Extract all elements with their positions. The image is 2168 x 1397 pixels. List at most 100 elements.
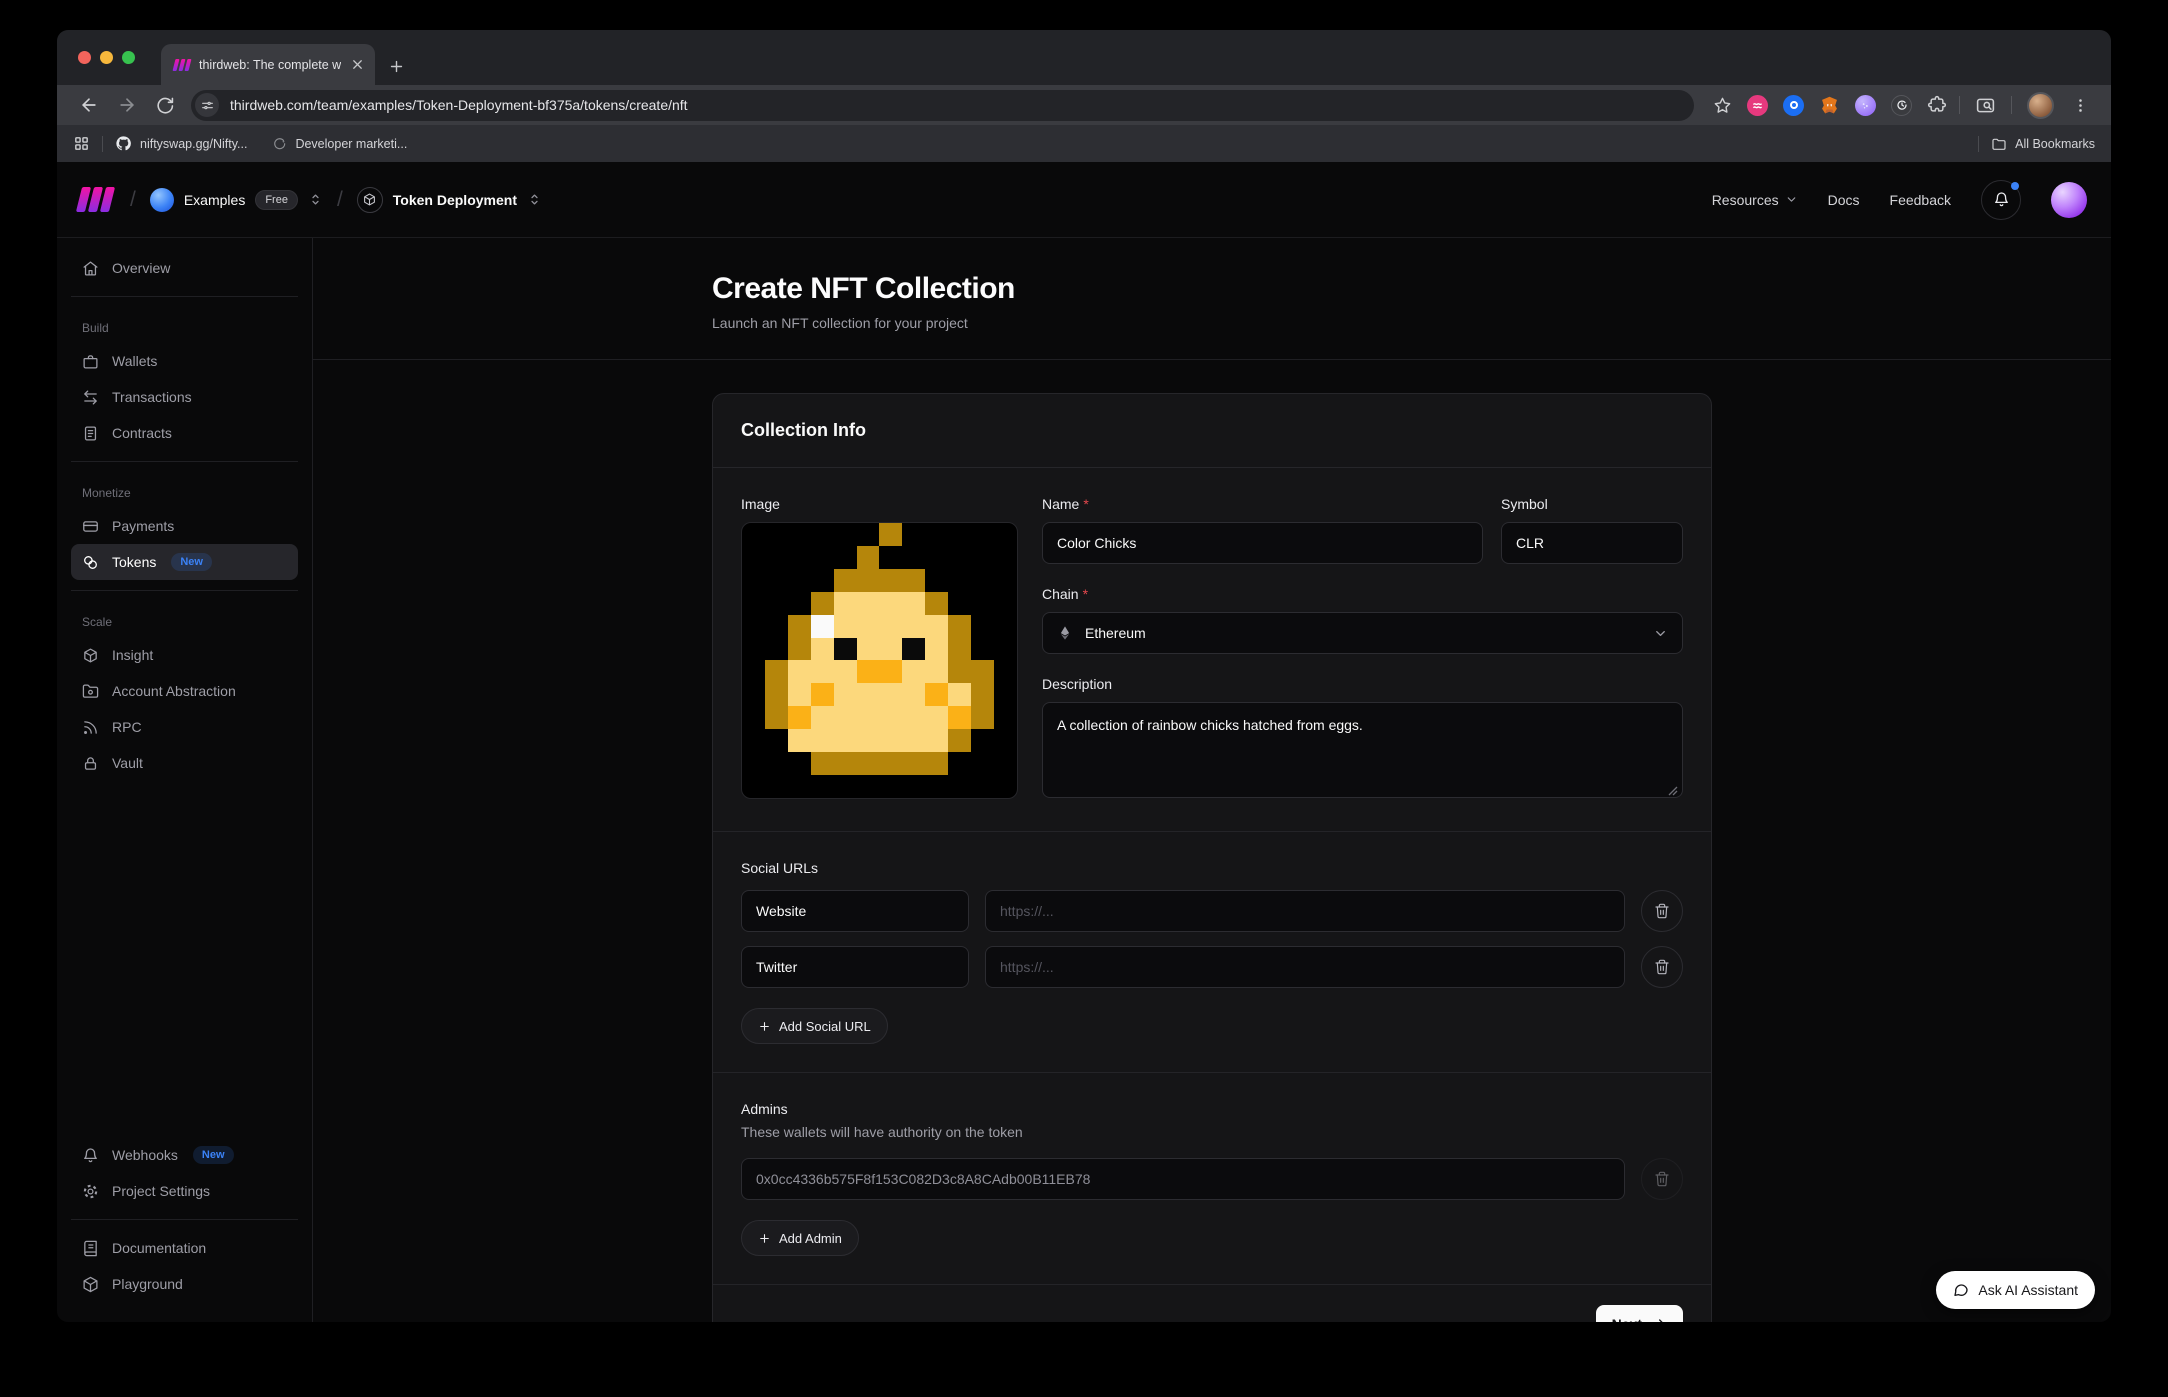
- bookmark-favicon-icon: [273, 137, 287, 151]
- image-label: Image: [741, 496, 780, 512]
- back-button[interactable]: [70, 95, 108, 115]
- app-header: / Examples Free / Token Deployment Resou…: [57, 162, 2111, 238]
- reload-button[interactable]: [146, 96, 183, 115]
- apps-grid-icon[interactable]: [73, 135, 90, 152]
- collection-info-card: Collection Info Image: [712, 393, 1712, 1322]
- sidebar-item-playground[interactable]: Playground: [71, 1266, 298, 1302]
- sidebar-item-project-settings[interactable]: Project Settings: [71, 1173, 298, 1209]
- delete-social-url-button[interactable]: [1641, 890, 1683, 932]
- name-input[interactable]: [1042, 522, 1483, 564]
- plus-icon: [758, 1020, 771, 1033]
- thirdweb-logo-icon[interactable]: [79, 187, 112, 212]
- book-icon: [82, 1240, 99, 1257]
- bookmark-star-icon[interactable]: [1704, 96, 1741, 115]
- browser-tab[interactable]: thirdweb: The complete web3: [161, 44, 375, 85]
- all-bookmarks-button[interactable]: All Bookmarks: [1991, 136, 2095, 152]
- delete-admin-button[interactable]: [1641, 1158, 1683, 1200]
- site-info-icon[interactable]: [195, 93, 219, 117]
- sidebar-item-payments[interactable]: Payments: [71, 508, 298, 544]
- add-admin-button[interactable]: Add Admin: [741, 1220, 859, 1256]
- admin-row: [741, 1158, 1683, 1200]
- collection-image-upload[interactable]: [741, 522, 1018, 799]
- social-url-input[interactable]: [985, 946, 1625, 988]
- chevron-down-icon: [1785, 193, 1798, 206]
- browser-profile-avatar[interactable]: [2018, 92, 2063, 119]
- project-icon: [357, 187, 383, 213]
- sidebar-item-documentation[interactable]: Documentation: [71, 1230, 298, 1266]
- minimize-window-button[interactable]: [100, 51, 113, 64]
- social-url-input[interactable]: [985, 890, 1625, 932]
- sidebar-item-rpc[interactable]: RPC: [71, 709, 298, 745]
- project-name: Token Deployment: [393, 192, 517, 208]
- notifications-button[interactable]: [1981, 180, 2021, 220]
- resize-handle[interactable]: [1668, 786, 1678, 796]
- ask-ai-assistant-button[interactable]: Ask AI Assistant: [1936, 1271, 2095, 1309]
- nav-docs[interactable]: Docs: [1828, 192, 1860, 208]
- nav-feedback[interactable]: Feedback: [1890, 192, 1951, 208]
- social-platform-select[interactable]: Twitter: [741, 946, 969, 988]
- wallet-icon: [82, 353, 99, 370]
- chevron-down-icon: [1653, 626, 1668, 641]
- sidebar-item-account-abstraction[interactable]: Account Abstraction: [71, 673, 298, 709]
- sidebar-item-transactions[interactable]: Transactions: [71, 379, 298, 415]
- new-badge: New: [171, 553, 212, 571]
- chevron-updown-icon[interactable]: [308, 192, 323, 207]
- nav-resources[interactable]: Resources: [1712, 192, 1798, 208]
- sidebar-item-webhooks[interactable]: Webhooks New: [71, 1137, 298, 1173]
- fullscreen-window-button[interactable]: [122, 51, 135, 64]
- bookmarks-divider: [1978, 136, 1979, 152]
- browser-window: thirdweb: The complete web3 thirdweb.com…: [57, 30, 2111, 1322]
- delete-social-url-button[interactable]: [1641, 946, 1683, 988]
- team-switcher[interactable]: Examples Free: [150, 188, 323, 212]
- tab-close-icon[interactable]: [350, 57, 365, 72]
- next-button[interactable]: Next: [1596, 1305, 1683, 1322]
- all-bookmarks-label: All Bookmarks: [2015, 137, 2095, 151]
- github-icon: [115, 135, 132, 152]
- forward-button[interactable]: [108, 95, 146, 115]
- sidebar-item-contracts[interactable]: Contracts: [71, 415, 298, 451]
- social-url-row: Twitter: [741, 946, 1683, 988]
- sidebar-item-vault[interactable]: Vault: [71, 745, 298, 781]
- extension-blue-icon[interactable]: [1783, 95, 1804, 116]
- description-textarea[interactable]: A collection of rainbow chicks hatched f…: [1042, 702, 1683, 798]
- address-bar[interactable]: thirdweb.com/team/examples/Token-Deploym…: [191, 90, 1694, 121]
- extension-purple-icon[interactable]: [1855, 95, 1876, 116]
- credit-card-icon: [82, 518, 99, 535]
- new-tab-button[interactable]: [388, 58, 405, 75]
- chevron-updown-icon[interactable]: [527, 192, 542, 207]
- extension-pink-icon[interactable]: [1747, 95, 1768, 116]
- symbol-input[interactable]: [1501, 522, 1683, 564]
- sidebar-item-tokens[interactable]: Tokens New: [71, 544, 298, 580]
- thirdweb-favicon-icon: [174, 59, 190, 71]
- browser-toolbar: thirdweb.com/team/examples/Token-Deploym…: [57, 85, 2111, 125]
- user-avatar[interactable]: [2051, 182, 2087, 218]
- page-title: Create NFT Collection: [712, 272, 1712, 306]
- project-switcher[interactable]: Token Deployment: [357, 187, 542, 213]
- extension-dark-icon[interactable]: [1891, 95, 1912, 116]
- trash-icon: [1654, 1171, 1670, 1187]
- playground-cube-icon: [82, 1276, 99, 1293]
- extensions-puzzle-icon[interactable]: [1927, 95, 1947, 115]
- bookmarks-divider: [102, 136, 103, 152]
- breadcrumb-separator: /: [130, 188, 136, 212]
- browser-menu-icon[interactable]: [2063, 97, 2098, 114]
- trash-icon: [1654, 959, 1670, 975]
- add-social-url-button[interactable]: Add Social URL: [741, 1008, 888, 1044]
- bookmark-item[interactable]: Developer marketi...: [273, 137, 407, 151]
- chain-select[interactable]: Ethereum: [1042, 612, 1683, 654]
- social-platform-select[interactable]: Website: [741, 890, 969, 932]
- admin-address-input[interactable]: [741, 1158, 1625, 1200]
- sidebar-item-insight[interactable]: Insight: [71, 637, 298, 673]
- tab-search-icon[interactable]: [1966, 95, 2005, 116]
- notification-dot: [2011, 182, 2019, 190]
- extension-icons: [1747, 95, 1947, 116]
- admins-label: Admins: [741, 1101, 1683, 1117]
- metamask-extension-icon[interactable]: [1819, 95, 1840, 116]
- sidebar-item-overview[interactable]: Overview: [71, 250, 298, 286]
- required-asterisk: *: [1083, 496, 1088, 512]
- bookmark-item[interactable]: niftyswap.gg/Nifty...: [115, 135, 247, 152]
- close-window-button[interactable]: [78, 51, 91, 64]
- sidebar-item-wallets[interactable]: Wallets: [71, 343, 298, 379]
- trash-icon: [1654, 903, 1670, 919]
- page-subtitle: Launch an NFT collection for your projec…: [712, 315, 1712, 331]
